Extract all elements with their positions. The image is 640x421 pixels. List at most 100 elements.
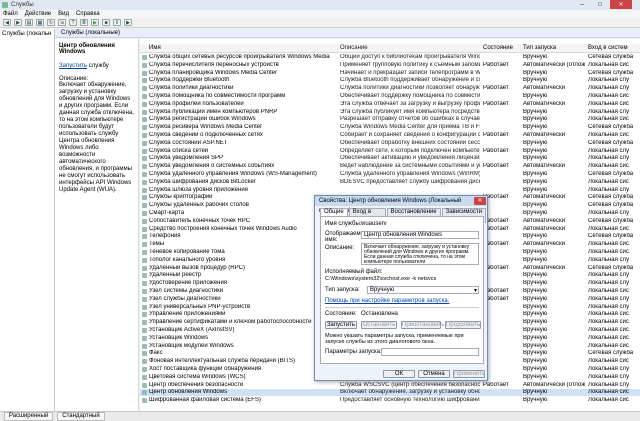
table-row[interactable]: Служба уведомления SPP Обеспечивает актив… [140, 155, 640, 162]
cell-logon: Локальная слу [588, 147, 630, 154]
display-name-field[interactable]: Центр обновления Windows [361, 231, 479, 239]
cell-logon: Локальная слу [588, 85, 630, 92]
properties-icon[interactable]: ▦ [36, 19, 44, 26]
refresh-icon[interactable]: ↻ [47, 19, 55, 26]
cell-startup: Автоматически (отложе... [523, 61, 585, 68]
cell-logon: Локальная слу [588, 303, 630, 310]
start-service-link[interactable]: Запустить [59, 63, 87, 69]
cell-state: Работает [483, 147, 509, 154]
exe-label: Исполняемый файл: [325, 269, 383, 275]
apply-button[interactable]: Применить [453, 370, 485, 378]
service-gear-icon [142, 133, 147, 138]
table-row[interactable]: Служба перечислителя переносных устройст… [140, 62, 640, 69]
stop-icon[interactable]: ■ [102, 19, 110, 26]
table-row[interactable]: Служба удаленного управления Windows (WS… [140, 171, 640, 178]
dialog-close-button[interactable]: ✕ [474, 197, 486, 205]
service-title: Центр обновления Windows [59, 43, 115, 55]
menu-file[interactable]: Файл [3, 11, 18, 17]
cell-startup: Автоматически (отложе... [523, 381, 585, 388]
table-row[interactable]: Служба общих сетевых ресурсов проигрыват… [140, 54, 640, 61]
back-icon[interactable]: ◀ [3, 19, 11, 26]
tree-node-services[interactable]: Службы (локальн [2, 31, 51, 37]
cell-name: Теневое копирование тома [149, 249, 225, 255]
stop-button[interactable]: Остановить [361, 321, 397, 329]
menu-help[interactable]: Справка [76, 11, 100, 17]
col-state[interactable]: Состояние [483, 45, 519, 51]
params-input[interactable] [381, 348, 479, 356]
table-row[interactable]: Служба планировщика Windows Media Center… [140, 70, 640, 77]
cancel-button[interactable]: Отмена [418, 370, 450, 378]
table-row[interactable]: Служба уведомления о системных событиях В… [140, 163, 640, 170]
cell-name: Служба удаленного управления Windows (WS… [149, 171, 317, 177]
play-icon[interactable]: ▶ [91, 19, 99, 26]
maximize-button[interactable]: □ [592, 0, 608, 9]
table-row[interactable]: Служба сведений о подключенных сетях Соби… [140, 132, 640, 139]
cell-logon: Локальная сис [588, 116, 629, 123]
services-app-icon [2, 2, 8, 8]
col-description[interactable]: Описание [340, 45, 480, 51]
forward-icon[interactable]: ▶ [14, 19, 22, 26]
cell-logon: Локальная слу [588, 155, 630, 162]
help-icon[interactable]: ? [69, 19, 77, 26]
up-icon[interactable]: ▤ [25, 19, 33, 26]
table-row[interactable]: Служба профилей пользователей Эта служба … [140, 101, 640, 108]
col-startup[interactable]: Тип запуска [523, 45, 585, 51]
menu-action[interactable]: Действие [25, 11, 51, 17]
params-hint: Можно указать параметры запуска, применя… [325, 333, 464, 345]
cell-logon: Локальная сис [588, 61, 629, 68]
cell-description: Разрешает отправку отчетов об ошибках в … [340, 116, 480, 123]
table-row[interactable]: Центр обновления Windows Включает обнаруж… [140, 389, 640, 397]
cell-logon: Локальная сис [588, 132, 629, 138]
list-icon[interactable]: ≣ [80, 19, 88, 26]
cell-name: Сопоставитель конечных точек RPC [149, 217, 251, 224]
service-gear-icon [142, 109, 147, 115]
minimize-button[interactable]: – [574, 0, 590, 9]
table-row[interactable]: Служба шифрования дисков BitLocker BDESVC… [140, 179, 640, 186]
table-row[interactable]: Служба ресивера Windows Media Center Служ… [140, 124, 640, 131]
cell-logon: Локальная сис [588, 288, 629, 294]
cell-startup: Вручную [523, 249, 548, 255]
exe-path: C:\Windows\system32\svchost.exe -k netsv… [325, 276, 437, 282]
pause-icon[interactable]: ‖ [113, 19, 121, 26]
cell-logon: Сетевая служба [588, 194, 634, 201]
cell-logon: Сетевая служба [588, 350, 634, 357]
table-row[interactable]: Служба состояний ASP.NET Обеспечивает обр… [140, 140, 640, 147]
table-row[interactable]: Служба публикации имен компьютеров PNRP Э… [140, 109, 640, 116]
table-row[interactable]: Служба поддержки Bluetooth Служба Bluetoo… [140, 77, 640, 84]
restart-icon[interactable]: ▶ [124, 19, 132, 26]
col-logon[interactable]: Вход в систем [588, 45, 640, 51]
dialog-description-box[interactable]: Включает обнаружение, загрузку и установ… [361, 243, 479, 265]
window-titlebar: Службы [0, 0, 640, 10]
table-row[interactable]: Служба шлюза уровня приложения Вручную Лок… [140, 187, 640, 194]
start-button[interactable]: Запустить [325, 321, 357, 329]
cell-state: Работает [483, 241, 509, 248]
ok-button[interactable]: ОК [383, 370, 415, 378]
startup-type-select[interactable]: Вручную ▾ [367, 286, 479, 294]
table-row[interactable]: Центр обеспечения безопасности Служба WSC… [140, 382, 640, 389]
pause-button[interactable]: Приостановить [401, 321, 444, 329]
cell-startup: Вручную [523, 303, 548, 310]
service-gear-icon [142, 101, 147, 107]
cell-name: Службы удаленных рабочих столов [149, 202, 249, 209]
export-icon[interactable]: ⇲ [58, 19, 66, 26]
menu-view[interactable]: Вид [58, 11, 69, 17]
resume-button[interactable]: Продолжить [445, 321, 481, 329]
table-row[interactable]: Служба помощника по совместимости програ… [140, 93, 640, 100]
cell-description: Ведет наблюдение за системными событиями… [340, 163, 480, 170]
table-row[interactable]: Служба политики диагностики Служба полити… [140, 85, 640, 92]
cell-name: Центр обеспечения безопасности [149, 381, 244, 388]
service-gear-icon [142, 148, 147, 154]
close-button[interactable]: ✕ [610, 0, 632, 9]
table-row[interactable]: Служба списка сетей Определяет сети, к ко… [140, 148, 640, 155]
cell-name: Служба уведомления о системных событиях [149, 163, 275, 170]
cell-name: Хост поставщика функции обнаружения [149, 366, 262, 372]
col-name[interactable]: Имя [149, 45, 337, 51]
table-row[interactable]: Служба регистрации ошибок Windows Разреша… [140, 116, 640, 123]
params-label: Параметры запуска: [325, 349, 382, 355]
service-gear-icon [142, 304, 147, 310]
table-row[interactable]: Шифрованная файловая система (EFS) Предос… [140, 397, 640, 404]
startup-help-link[interactable]: Помощь при настройке параметров запуска. [325, 298, 449, 304]
status-value: Остановлена [361, 311, 398, 317]
cell-state: Работает [483, 217, 509, 224]
cell-startup: Вручную [523, 116, 548, 123]
